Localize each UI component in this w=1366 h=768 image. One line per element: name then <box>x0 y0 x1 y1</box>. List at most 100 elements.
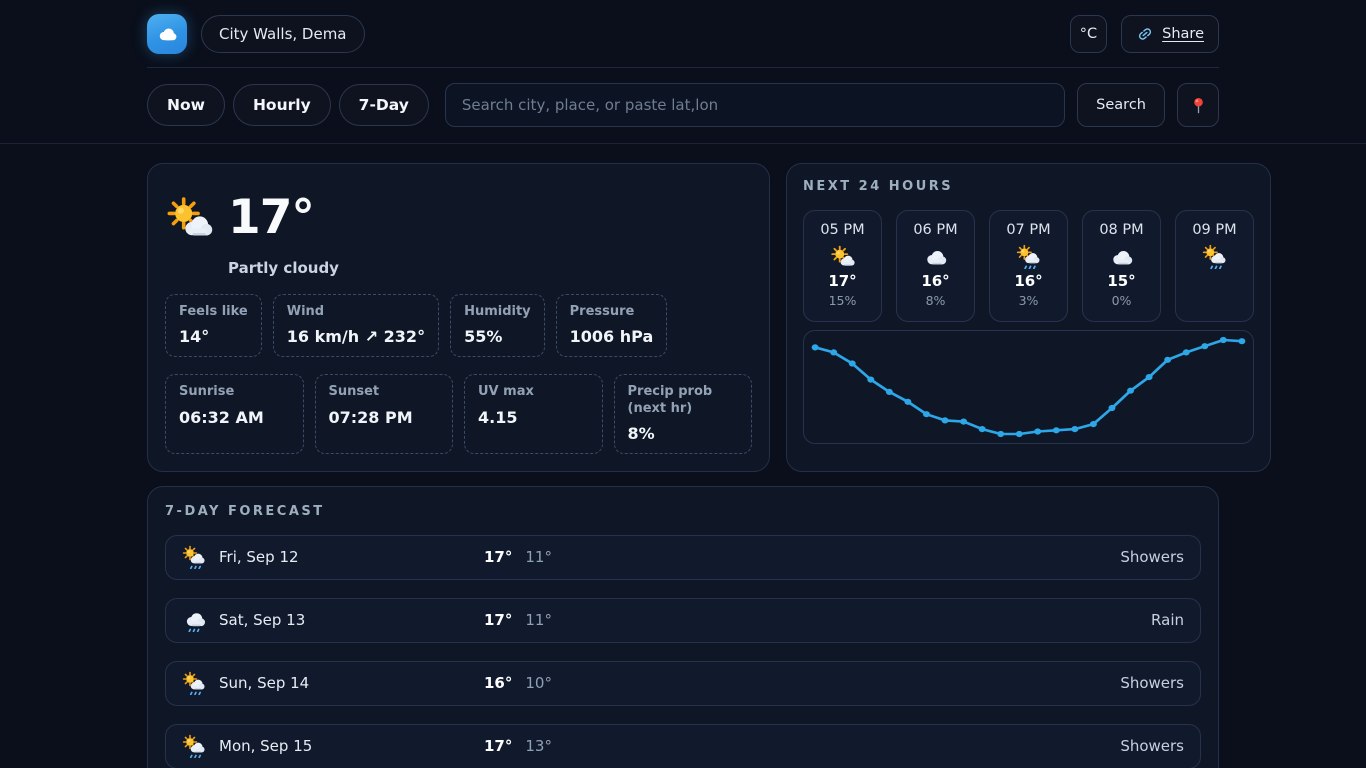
share-label: Share <box>1162 26 1204 42</box>
link-icon <box>1136 25 1154 43</box>
day-date-label: Sat, Sep 13 <box>219 611 305 629</box>
current-temperature: 17° <box>228 190 314 245</box>
app-header: City Walls, Dema °C Share Now Hourly <box>0 0 1366 144</box>
stat-value: 4.15 <box>478 408 589 427</box>
hour-time: 06 PM <box>913 222 957 238</box>
tab-7day[interactable]: 7-Day <box>339 84 429 126</box>
day-date-label: Mon, Sep 15 <box>219 737 312 755</box>
sun-behind-cloud-icon <box>165 194 213 242</box>
hour-temperature: 16° <box>921 272 949 290</box>
next-24-hours-title: NEXT 24 HOURS <box>803 179 1254 194</box>
unit-label: °C <box>1080 26 1097 42</box>
hour-card: 08 PM 15° 0% <box>1082 210 1161 322</box>
stat-value: 55% <box>464 327 531 346</box>
day-low-temp: 11° <box>525 611 552 629</box>
hour-weather-icon <box>1109 244 1134 269</box>
day-date-label: Sun, Sep 14 <box>219 674 309 692</box>
day-weather-icon <box>182 608 206 632</box>
stat-value: 1006 hPa <box>570 327 654 346</box>
day-condition-label: Rain <box>1151 611 1184 629</box>
stat-box: Sunset 07:28 PM <box>315 374 454 454</box>
share-button[interactable]: Share <box>1121 15 1219 53</box>
stat-label: Feels like <box>179 304 248 320</box>
hour-precip-probability: 3% <box>1019 293 1039 308</box>
day-low-temp: 11° <box>525 548 552 566</box>
stat-value: 16 km/h ↗ 232° <box>287 327 425 346</box>
day-high-temp: 17° <box>484 611 512 629</box>
stat-value: 07:28 PM <box>329 408 440 427</box>
day-weather-icon <box>182 545 206 569</box>
current-stats-row-1: Feels like 14° Wind 16 km/h ↗ 232° Humid… <box>165 294 752 357</box>
weather-app: City Walls, Dema °C Share Now Hourly <box>0 0 1366 768</box>
day-low-temp: 13° <box>525 737 552 755</box>
day-high-temp: 17° <box>484 548 512 566</box>
hour-card: 06 PM 16° 8% <box>896 210 975 322</box>
pin-icon <box>1189 96 1208 115</box>
day-condition-label: Showers <box>1120 737 1184 755</box>
main-content: 17° Partly cloudy Feels like 14° Wind 16… <box>135 144 1231 768</box>
day-weather-icon <box>182 671 206 695</box>
hour-weather-icon <box>1016 244 1041 269</box>
stat-label: Wind <box>287 304 425 320</box>
tab-hourly[interactable]: Hourly <box>233 84 331 126</box>
hour-time: 07 PM <box>1006 222 1050 238</box>
stat-label: Sunrise <box>179 384 290 400</box>
seven-day-forecast-card: 7-DAY FORECAST Fri, Sep 12 17° 11° Showe… <box>147 486 1219 768</box>
day-high-temp: 17° <box>484 737 512 755</box>
app-logo <box>147 14 187 54</box>
stat-label: Humidity <box>464 304 531 320</box>
forecast-day-row[interactable]: Mon, Sep 15 17° 13° Showers <box>165 724 1201 768</box>
stat-value: 06:32 AM <box>179 408 290 427</box>
stat-label: Precip prob (next hr) <box>628 384 739 417</box>
forecast-day-row[interactable]: Fri, Sep 12 17° 11° Showers <box>165 535 1201 580</box>
hour-temperature: 16° <box>1014 272 1042 290</box>
stat-value: 8% <box>628 424 739 443</box>
stat-box: Wind 16 km/h ↗ 232° <box>273 294 439 357</box>
day-condition-label: Showers <box>1120 674 1184 692</box>
hour-card: 07 PM 16° 3% <box>989 210 1068 322</box>
hour-precip-probability: 15% <box>829 293 857 308</box>
forecast-day-row[interactable]: Sun, Sep 14 16° 10° Showers <box>165 661 1201 706</box>
stat-box: Precip prob (next hr) 8% <box>614 374 753 454</box>
locate-pin-button[interactable] <box>1177 83 1219 127</box>
hourly-temperature-chart <box>803 330 1254 444</box>
day-date-label: Fri, Sep 12 <box>219 548 299 566</box>
stat-box: Pressure 1006 hPa <box>556 294 668 357</box>
stat-box: Feels like 14° <box>165 294 262 357</box>
current-condition-label: Partly cloudy <box>228 259 752 277</box>
stat-box: Sunrise 06:32 AM <box>165 374 304 454</box>
hour-time: 05 PM <box>820 222 864 238</box>
day-high-temp: 16° <box>484 674 512 692</box>
hour-temperature: 15° <box>1107 272 1135 290</box>
forecast-day-row[interactable]: Sat, Sep 13 17° 11° Rain <box>165 598 1201 643</box>
stat-box: UV max 4.15 <box>464 374 603 454</box>
hour-weather-icon <box>1202 244 1227 269</box>
next-24-hours-card: NEXT 24 HOURS 05 PM 17° 15% 06 PM 16° 8%… <box>786 163 1271 472</box>
location-pill[interactable]: City Walls, Dema <box>201 15 365 53</box>
hour-temperature: 17° <box>828 272 856 290</box>
search-button[interactable]: Search <box>1077 83 1165 127</box>
hour-time: 09 PM <box>1192 222 1236 238</box>
hour-precip-probability: 0% <box>1112 293 1132 308</box>
hourly-scroller[interactable]: 05 PM 17° 15% 06 PM 16° 8% 07 PM 16° 3% … <box>803 210 1254 322</box>
location-label: City Walls, Dema <box>219 25 347 43</box>
day-weather-icon <box>182 734 206 758</box>
stat-box: Humidity 55% <box>450 294 545 357</box>
current-conditions-card: 17° Partly cloudy Feels like 14° Wind 16… <box>147 163 770 472</box>
day-low-temp: 10° <box>525 674 552 692</box>
tab-now[interactable]: Now <box>147 84 225 126</box>
hour-precip-probability: 8% <box>926 293 946 308</box>
search-input[interactable] <box>445 83 1065 127</box>
unit-toggle-button[interactable]: °C <box>1070 15 1107 53</box>
hour-card: 05 PM 17° 15% <box>803 210 882 322</box>
stat-label: Sunset <box>329 384 440 400</box>
hour-weather-icon <box>923 244 948 269</box>
hour-weather-icon <box>830 244 855 269</box>
forecast-days-list: Fri, Sep 12 17° 11° Showers Sat, Sep 13 … <box>165 535 1201 768</box>
stat-label: UV max <box>478 384 589 400</box>
stat-label: Pressure <box>570 304 654 320</box>
hour-time: 08 PM <box>1099 222 1143 238</box>
day-condition-label: Showers <box>1120 548 1184 566</box>
current-stats-row-2: Sunrise 06:32 AM Sunset 07:28 PM UV max … <box>165 374 752 454</box>
hour-card: 09 PM <box>1175 210 1254 322</box>
